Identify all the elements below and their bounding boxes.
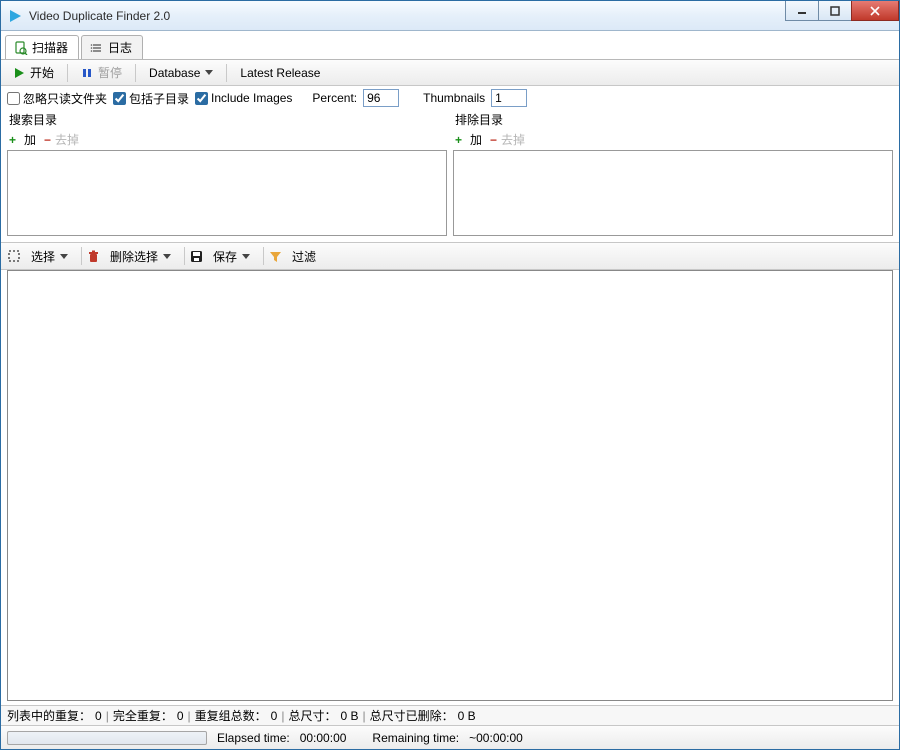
trash-icon	[87, 250, 100, 263]
ignore-readonly-input[interactable]	[7, 92, 20, 105]
minus-icon: −	[44, 133, 51, 147]
latest-release-button[interactable]: Latest Release	[232, 64, 328, 82]
close-button[interactable]	[851, 1, 899, 21]
latest-release-label: Latest Release	[240, 66, 320, 80]
deleted-size-value: 0 B	[458, 709, 476, 723]
main-toolbar: 开始 暂停 Database Latest Release	[1, 60, 899, 86]
pause-icon	[81, 67, 93, 79]
results-toolbar: 选择 删除选择 保存 过滤	[1, 242, 899, 270]
tab-log[interactable]: 日志	[81, 35, 143, 59]
filter-icon	[269, 250, 282, 263]
search-dir-label: 搜索目录	[7, 110, 447, 129]
save-icon	[190, 250, 203, 263]
chevron-down-icon	[242, 254, 250, 259]
list-icon	[90, 41, 104, 55]
include-subdir-checkbox[interactable]: 包括子目录	[113, 90, 189, 107]
play-icon	[13, 67, 25, 79]
dup-in-list-value: 0	[95, 709, 102, 723]
total-size-value: 0 B	[341, 709, 359, 723]
window-buttons	[786, 1, 899, 30]
toolbar-sep	[263, 247, 264, 265]
maximize-button[interactable]	[818, 1, 852, 21]
remaining-label: Remaining time:	[372, 731, 459, 745]
options-bar: 忽略只读文件夹 包括子目录 Include Images Percent: Th…	[1, 86, 899, 110]
include-subdir-input[interactable]	[113, 92, 126, 105]
delete-selection-label: 删除选择	[110, 248, 158, 265]
chevron-down-icon	[163, 254, 171, 259]
save-label: 保存	[213, 248, 237, 265]
pause-label: 暂停	[98, 64, 122, 81]
select-marquee-icon	[7, 249, 21, 263]
search-dir-ops: + 加 − 去掉	[7, 129, 447, 150]
include-images-checkbox[interactable]: Include Images	[195, 91, 292, 105]
exclude-dir-remove-button[interactable]: 去掉	[501, 131, 525, 148]
elapsed-label: Elapsed time:	[217, 731, 290, 745]
thumbnails-label: Thumbnails	[423, 91, 485, 105]
plus-icon: +	[9, 133, 16, 147]
select-dropdown[interactable]: 选择	[23, 246, 76, 267]
include-subdir-label: 包括子目录	[129, 90, 189, 107]
exclude-dir-add-button[interactable]: 加	[466, 131, 486, 148]
include-images-label: Include Images	[211, 91, 292, 105]
group-total-label: 重复组总数：	[195, 707, 267, 724]
search-dir-add-button[interactable]: 加	[20, 131, 40, 148]
start-button[interactable]: 开始	[5, 62, 62, 83]
toolbar-sep	[67, 64, 68, 82]
minimize-button[interactable]	[785, 1, 819, 21]
ignore-readonly-label: 忽略只读文件夹	[23, 90, 107, 107]
save-dropdown[interactable]: 保存	[205, 246, 258, 267]
directories-row: 搜索目录 + 加 − 去掉 排除目录 + 加 − 去掉	[1, 110, 899, 236]
search-dir-list[interactable]	[7, 150, 447, 236]
filter-label: 过滤	[292, 248, 316, 265]
plus-icon: +	[455, 133, 462, 147]
exclude-dir-list[interactable]	[453, 150, 893, 236]
thumbnails-input[interactable]	[491, 89, 527, 107]
search-dir-remove-button[interactable]: 去掉	[55, 131, 79, 148]
toolbar-sep	[81, 247, 82, 265]
client-area: 扫描器 日志 开始 暂停 Database	[1, 31, 899, 749]
database-label: Database	[149, 66, 200, 80]
chevron-down-icon	[205, 70, 213, 75]
exclude-dir-ops: + 加 − 去掉	[453, 129, 893, 150]
toolbar-sep	[226, 64, 227, 82]
total-size-label: 总尺寸：	[288, 707, 336, 724]
ignore-readonly-checkbox[interactable]: 忽略只读文件夹	[7, 90, 107, 107]
exclude-dir-panel: 排除目录 + 加 − 去掉	[453, 110, 893, 236]
window-title: Video Duplicate Finder 2.0	[29, 9, 786, 23]
chevron-down-icon	[60, 254, 68, 259]
full-dup-value: 0	[177, 709, 184, 723]
progress-bar	[7, 731, 207, 745]
tab-strip: 扫描器 日志	[1, 32, 899, 60]
pause-button[interactable]: 暂停	[73, 62, 130, 83]
delete-selection-dropdown[interactable]: 删除选择	[102, 246, 179, 267]
include-images-input[interactable]	[195, 92, 208, 105]
full-dup-label: 完全重复：	[113, 707, 173, 724]
group-total-value: 0	[271, 709, 278, 723]
tab-log-label: 日志	[108, 39, 132, 56]
results-list[interactable]	[7, 270, 893, 701]
minus-icon: −	[490, 133, 497, 147]
titlebar[interactable]: Video Duplicate Finder 2.0	[1, 1, 899, 31]
search-dir-panel: 搜索目录 + 加 − 去掉	[7, 110, 447, 236]
select-label: 选择	[31, 248, 55, 265]
tab-scanner-label: 扫描器	[32, 39, 68, 56]
toolbar-sep	[184, 247, 185, 265]
percent-label: Percent:	[312, 91, 357, 105]
app-window: Video Duplicate Finder 2.0 扫描器 日志 开始	[0, 0, 900, 750]
filter-button[interactable]: 过滤	[284, 246, 324, 267]
search-doc-icon	[14, 41, 28, 55]
exclude-dir-label: 排除目录	[453, 110, 893, 129]
percent-input[interactable]	[363, 89, 399, 107]
start-label: 开始	[30, 64, 54, 81]
app-icon	[7, 8, 23, 24]
remaining-value: ~00:00:00	[469, 731, 523, 745]
deleted-size-label: 总尺寸已删除：	[370, 707, 454, 724]
dup-in-list-label: 列表中的重复：	[7, 707, 91, 724]
tab-scanner[interactable]: 扫描器	[5, 35, 79, 59]
elapsed-value: 00:00:00	[300, 731, 347, 745]
bottom-bar: Elapsed time: 00:00:00 Remaining time: ~…	[1, 725, 899, 749]
database-dropdown[interactable]: Database	[141, 64, 221, 82]
stats-bar: 列表中的重复： 0 | 完全重复： 0 | 重复组总数： 0 | 总尺寸： 0 …	[1, 705, 899, 725]
toolbar-sep	[135, 64, 136, 82]
